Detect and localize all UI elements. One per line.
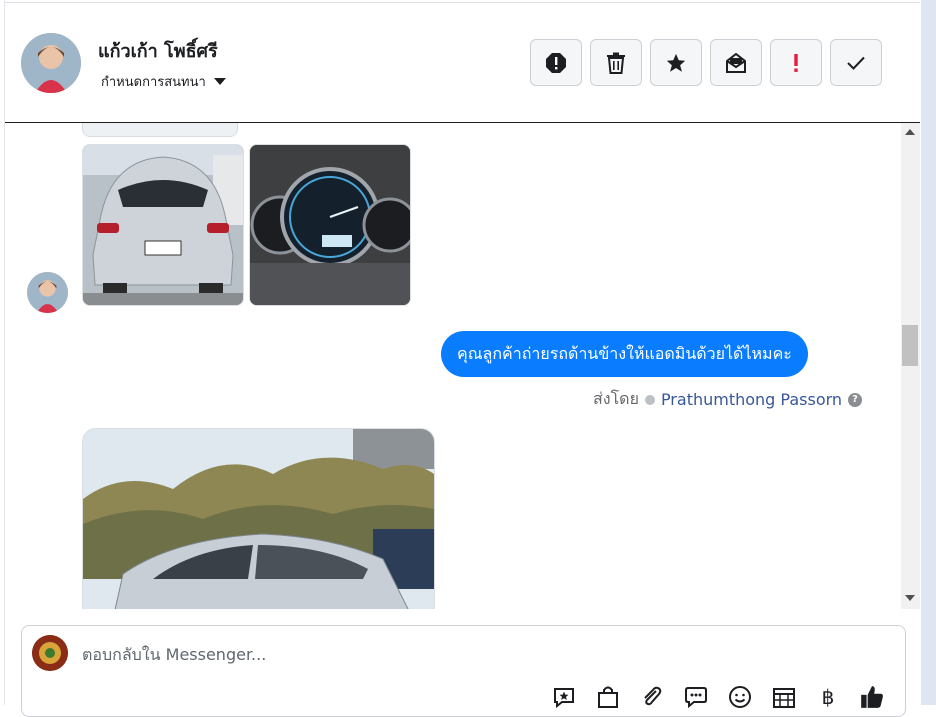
reply-input[interactable] [82, 642, 842, 666]
trash-icon [607, 52, 625, 74]
scrollbar-thumb[interactable] [902, 325, 918, 366]
agent-status-icon [644, 394, 655, 405]
done-button[interactable] [830, 39, 882, 86]
image-attachment-car-side[interactable] [82, 428, 435, 609]
image-attachment-dashboard[interactable] [249, 144, 411, 306]
sent-by-label: ส่งโดย [593, 389, 639, 408]
quick-reply-button[interactable] [682, 683, 710, 711]
contact-avatar[interactable] [21, 33, 81, 93]
contact-name: แก้วเก้า โพธิ์ศรี [98, 41, 218, 62]
check-icon [847, 56, 865, 70]
thumbs-up-icon [861, 686, 883, 708]
conversation-header: แก้วเก้า โพธิ์ศรี กำหนดการสนทนา [5, 0, 920, 123]
saved-reply-icon [554, 688, 574, 709]
sent-by-agent-name[interactable]: Prathumthong Passorn [661, 390, 842, 409]
baht-icon: ฿ [821, 685, 835, 709]
assign-label: กำหนดการสนทนา [101, 75, 206, 90]
header-actions [530, 39, 882, 86]
attach-button[interactable] [638, 683, 666, 711]
exclamation-icon [794, 53, 798, 72]
reply-composer: ฿ [21, 625, 906, 717]
caret-down-icon [213, 78, 226, 85]
assign-conversation-dropdown[interactable]: กำหนดการสนทนา [101, 71, 226, 92]
spam-button[interactable] [530, 39, 582, 86]
scroll-up-arrow-icon[interactable] [905, 129, 915, 135]
sent-by-line: ส่งโดย Prathumthong Passorn ? [593, 387, 863, 412]
like-button[interactable] [858, 683, 886, 711]
window-gutter [920, 0, 936, 705]
appointment-button[interactable] [770, 683, 798, 711]
image-attachment-car-rear[interactable] [82, 144, 244, 306]
shop-button[interactable] [594, 683, 622, 711]
help-icon[interactable]: ? [848, 392, 863, 407]
header-divider [5, 2, 920, 3]
previous-image-attachment[interactable] [82, 123, 238, 137]
envelope-open-icon [726, 52, 746, 73]
message-thread[interactable]: คุณลูกค้าถ่ายรถด้านข้างให้แอดมินด้วยได้ไ… [5, 123, 901, 609]
shopping-bag-icon [598, 686, 618, 708]
thread-scrollbar[interactable] [901, 123, 920, 609]
priority-button[interactable] [770, 39, 822, 86]
chat-dots-icon [685, 687, 707, 709]
paperclip-icon [644, 686, 662, 706]
scroll-down-arrow-icon[interactable] [905, 595, 915, 601]
outgoing-message-bubble[interactable]: คุณลูกค้าถ่ายรถด้านข้างให้แอดมินด้วยได้ไ… [441, 331, 808, 377]
alert-octagon-icon [546, 52, 566, 73]
conversation-panel: แก้วเก้า โพธิ์ศรี กำหนดการสนทนา คุณลูกค้… [4, 0, 921, 717]
delete-button[interactable] [590, 39, 642, 86]
payment-button[interactable]: ฿ [814, 683, 842, 711]
page-avatar [32, 635, 68, 671]
smiley-icon [729, 686, 751, 708]
sender-avatar[interactable] [27, 272, 68, 313]
star-icon [666, 53, 686, 72]
saved-reply-button[interactable] [550, 683, 578, 711]
calendar-icon [773, 688, 795, 708]
mark-unread-button[interactable] [710, 39, 762, 86]
star-button[interactable] [650, 39, 702, 86]
composer-toolbar: ฿ [550, 683, 886, 711]
emoji-button[interactable] [726, 683, 754, 711]
